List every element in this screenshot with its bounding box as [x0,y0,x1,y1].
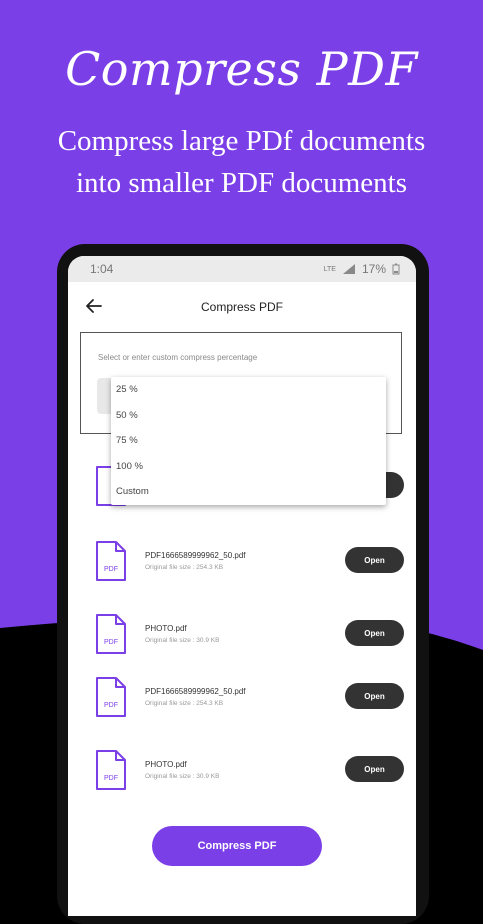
promo-subtitle-line1: Compress large PDf documents [57,125,426,157]
file-name: PHOTO.pdf [145,624,187,633]
svg-text:PDF: PDF [104,566,118,573]
promo-title: Compress PDF [65,42,418,96]
svg-text:PDF: PDF [104,775,118,782]
file-size: Original file size : 254.3 KB [145,700,224,707]
app-screen: 1:04 LTE 17% Compress PDF Select or ente… [68,256,416,916]
app-bar: Compress PDF [68,282,416,332]
open-button[interactable]: Open [345,756,404,782]
file-list-item[interactable]: PDF PDF1666589999962_50.pdf Original fil… [68,675,416,729]
pdf-file-icon: PDF [96,750,126,790]
file-name: PHOTO.pdf [145,760,187,769]
dropdown-option-25[interactable]: 25 % [111,377,386,403]
svg-text:PDF: PDF [104,702,118,709]
network-indicator: LTE [323,265,336,273]
status-time: 1:04 [90,262,114,276]
file-list-item[interactable]: PDF PDF1666589999962_50.pdf Original fil… [68,539,416,593]
promo-subtitle-line2: into smaller PDF documents [75,167,408,199]
file-size: Original file size : 254.3 KB [145,564,224,571]
file-size: Original file size : 30.9 KB [145,637,220,644]
file-list-item[interactable]: PDF PHOTO.pdf Original file size : 30.9 … [68,612,416,666]
screen-title: Compress PDF [200,300,283,314]
dropdown-option-custom[interactable]: Custom [111,479,386,505]
compress-percentage-label: Select or enter custom compress percenta… [98,353,258,362]
pdf-file-icon: PDF [96,541,126,581]
status-bar: 1:04 LTE 17% [68,256,416,282]
battery-icon [392,263,400,275]
promo-subtitle: Compress large PDf documents into smalle… [0,120,483,204]
file-size: Original file size : 30.9 KB [145,773,220,780]
dropdown-option-100[interactable]: 100 % [111,454,386,480]
back-arrow-icon[interactable] [84,296,104,316]
compress-pdf-button[interactable]: Compress PDF [152,826,322,866]
signal-icon [342,264,355,274]
file-list-item[interactable]: PDF PHOTO.pdf Original file size : 30.9 … [68,748,416,802]
pdf-file-icon: PDF [96,677,126,717]
dropdown-option-50[interactable]: 50 % [111,403,386,429]
open-button[interactable]: Open [345,620,404,646]
file-name: PDF1666589999962_50.pdf [145,551,246,560]
dropdown-option-75[interactable]: 75 % [111,428,386,454]
compress-percentage-dropdown: 25 % 50 % 75 % 100 % Custom [111,377,386,505]
pdf-file-icon: PDF [96,614,126,654]
open-button[interactable]: Open [345,547,404,573]
battery-percent: 17% [361,262,386,276]
open-button[interactable]: Open [345,683,404,709]
file-name: PDF1666589999962_50.pdf [145,687,246,696]
svg-text:PDF: PDF [104,639,118,646]
